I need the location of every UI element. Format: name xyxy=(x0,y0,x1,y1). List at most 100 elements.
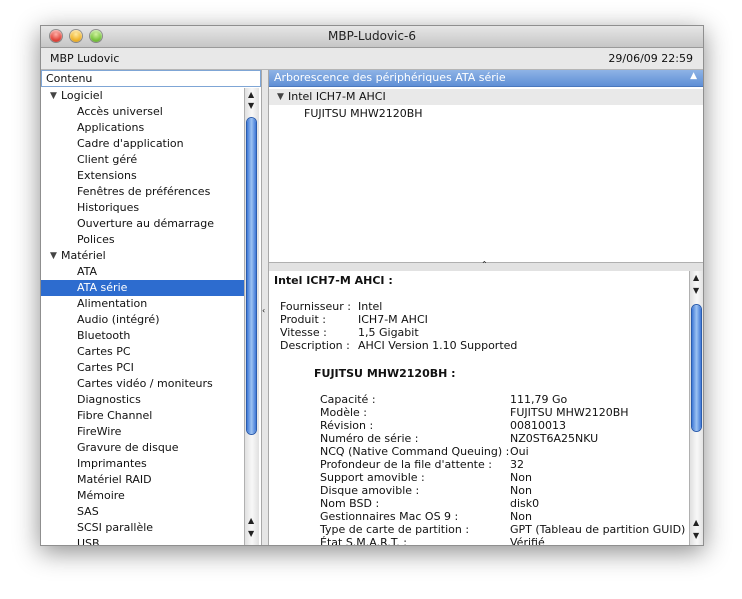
tree-item[interactable]: SCSI parallèle xyxy=(41,520,244,536)
detail-pane: Intel ICH7-M AHCI : Fournisseur : Intel … xyxy=(269,271,703,545)
prop-label: Capacité : xyxy=(320,393,376,406)
scroll-up-arrow-icon[interactable]: ▲ xyxy=(693,518,699,527)
device-label: FUJITSU MHW2120BH xyxy=(304,107,423,120)
tree-item[interactable]: Gravure de disque xyxy=(41,440,244,456)
splitter-handle-icon[interactable]: ‹ xyxy=(262,306,265,315)
tree-item[interactable]: Audio (intégré) xyxy=(41,312,244,328)
tree-item-label: Historiques xyxy=(77,201,140,214)
scroll-down-arrow-icon[interactable]: ▼ xyxy=(248,529,254,538)
prop-label: État S.M.A.R.T. : xyxy=(320,536,407,545)
scroll-up-arrow-icon[interactable]: ▲ xyxy=(248,516,254,525)
title-bar[interactable]: MBP-Ludovic-6 xyxy=(41,26,703,48)
tree-item[interactable]: ATA xyxy=(41,264,244,280)
prop-value: ICH7-M AHCI xyxy=(358,313,428,326)
info-bar: MBP Ludovic 29/06/09 22:59 xyxy=(41,48,703,70)
tree-item[interactable]: Diagnostics xyxy=(41,392,244,408)
prop-label: Gestionnaires Mac OS 9 : xyxy=(320,510,459,523)
tree-item[interactable]: USB xyxy=(41,536,244,545)
tree-item[interactable]: Bluetooth xyxy=(41,328,244,344)
tree-item-label: Fibre Channel xyxy=(77,409,153,422)
tree-item[interactable]: Mémoire xyxy=(41,488,244,504)
tree-item-label: Mémoire xyxy=(77,489,125,502)
prop-value: AHCI Version 1.10 Supported xyxy=(358,339,518,352)
prop-value: Intel xyxy=(358,300,383,313)
device-tree-header[interactable]: Arborescence des périphériques ATA série… xyxy=(269,70,703,87)
prop-value: Non xyxy=(510,510,532,523)
prop-label: Numéro de série : xyxy=(320,432,419,445)
tree-item[interactable]: Alimentation xyxy=(41,296,244,312)
sidebar-scrollbar[interactable]: ▲ ▼ ▲ ▼ xyxy=(244,88,259,545)
tree-item[interactable]: FireWire xyxy=(41,424,244,440)
tree-item-label: Gravure de disque xyxy=(77,441,179,454)
disclosure-triangle-icon[interactable]: ▼ xyxy=(277,89,284,105)
splitter-handle-icon[interactable]: ⌃ xyxy=(481,260,488,269)
prop-value: 00810013 xyxy=(510,419,566,432)
tree-item[interactable]: Ouverture au démarrage xyxy=(41,216,244,232)
contents-header-label: Contenu xyxy=(46,72,93,85)
tree-item[interactable]: Matériel RAID xyxy=(41,472,244,488)
controller-label: Intel ICH7-M AHCI xyxy=(288,90,386,103)
scroll-down-arrow-icon[interactable]: ▼ xyxy=(248,101,254,110)
device-tree-header-label: Arborescence des périphériques ATA série xyxy=(274,71,506,84)
tree-item-label: Cadre d'application xyxy=(77,137,184,150)
disclosure-triangle-icon[interactable]: ▼ xyxy=(50,248,57,264)
prop-label: Description : xyxy=(280,339,350,352)
prop-label: Vitesse : xyxy=(280,326,327,339)
prop-label: Disque amovible : xyxy=(320,484,420,497)
tree-item[interactable]: SAS xyxy=(41,504,244,520)
tree-group-logiciel[interactable]: ▼ Logiciel xyxy=(41,88,244,104)
tree-item[interactable]: Cadre d'application xyxy=(41,136,244,152)
prop-value: Non xyxy=(510,471,532,484)
scroll-down-arrow-icon[interactable]: ▼ xyxy=(693,286,699,295)
device-tree-device-row[interactable]: FUJITSU MHW2120BH xyxy=(304,106,423,122)
tree-item-label: Extensions xyxy=(77,169,137,182)
sidebar-scroll-thumb[interactable] xyxy=(247,118,256,434)
tree-item-label: Cartes PC xyxy=(77,345,131,358)
contents-header[interactable]: Contenu xyxy=(41,70,261,87)
detail-scroll-thumb[interactable] xyxy=(692,305,701,431)
tree-item-label: ATA série xyxy=(77,281,128,294)
tree-group-label: Logiciel xyxy=(61,89,103,102)
tree-item-label: Audio (intégré) xyxy=(77,313,160,326)
report-datetime: 29/06/09 22:59 xyxy=(608,52,693,65)
prop-label: Fournisseur : xyxy=(280,300,351,313)
tree-item[interactable]: Client géré xyxy=(41,152,244,168)
tree-item-label: Diagnostics xyxy=(77,393,141,406)
scroll-up-arrow-icon[interactable]: ▲ xyxy=(693,273,699,282)
contents-sidebar: Contenu ▼ Logiciel Accès universel Appli… xyxy=(41,70,262,545)
scroll-up-arrow-icon[interactable]: ▲ xyxy=(248,90,254,99)
tree-item[interactable]: Cartes PCI xyxy=(41,360,244,376)
device-tree-controller-row[interactable]: ▼ Intel ICH7-M AHCI xyxy=(269,89,703,105)
disclosure-triangle-icon[interactable]: ▼ xyxy=(50,88,57,104)
tree-item[interactable]: Accès universel xyxy=(41,104,244,120)
prop-label: Modèle : xyxy=(320,406,367,419)
tree-item[interactable]: Historiques xyxy=(41,200,244,216)
tree-item-selected[interactable]: ATA série xyxy=(41,280,244,296)
tree-item[interactable]: Cartes vidéo / moniteurs xyxy=(41,376,244,392)
tree-item[interactable]: Extensions xyxy=(41,168,244,184)
prop-value: FUJITSU MHW2120BH xyxy=(510,406,629,419)
window-title: MBP-Ludovic-6 xyxy=(328,29,416,43)
tree-group-label: Matériel xyxy=(61,249,106,262)
tree-group-materiel[interactable]: ▼ Matériel xyxy=(41,248,244,264)
tree-item-label: Fenêtres de préférences xyxy=(77,185,211,198)
tree-item[interactable]: Fenêtres de préférences xyxy=(41,184,244,200)
scroll-down-arrow-icon[interactable]: ▼ xyxy=(693,531,699,540)
tree-item-label: Imprimantes xyxy=(77,457,147,470)
device-title: FUJITSU MHW2120BH : xyxy=(314,367,456,380)
detail-scrollbar[interactable]: ▲ ▼ ▲ ▼ xyxy=(689,271,703,545)
tree-item-label: SCSI parallèle xyxy=(77,521,154,534)
tree-item[interactable]: Imprimantes xyxy=(41,456,244,472)
prop-label: Profondeur de la file d'attente : xyxy=(320,458,492,471)
tree-item[interactable]: Polices xyxy=(41,232,244,248)
tree-item-label: SAS xyxy=(77,505,99,518)
tree-item-label: USB xyxy=(77,537,100,545)
system-profiler-window: MBP-Ludovic-6 MBP Ludovic 29/06/09 22:59… xyxy=(40,25,704,546)
tree-item[interactable]: Applications xyxy=(41,120,244,136)
tree-item[interactable]: Fibre Channel xyxy=(41,408,244,424)
prop-label: Révision : xyxy=(320,419,374,432)
tree-item-label: Cartes PCI xyxy=(77,361,134,374)
vertical-splitter[interactable]: ‹ xyxy=(262,70,269,545)
tree-item[interactable]: Cartes PC xyxy=(41,344,244,360)
sort-ascending-icon[interactable]: ▲ xyxy=(690,71,697,81)
